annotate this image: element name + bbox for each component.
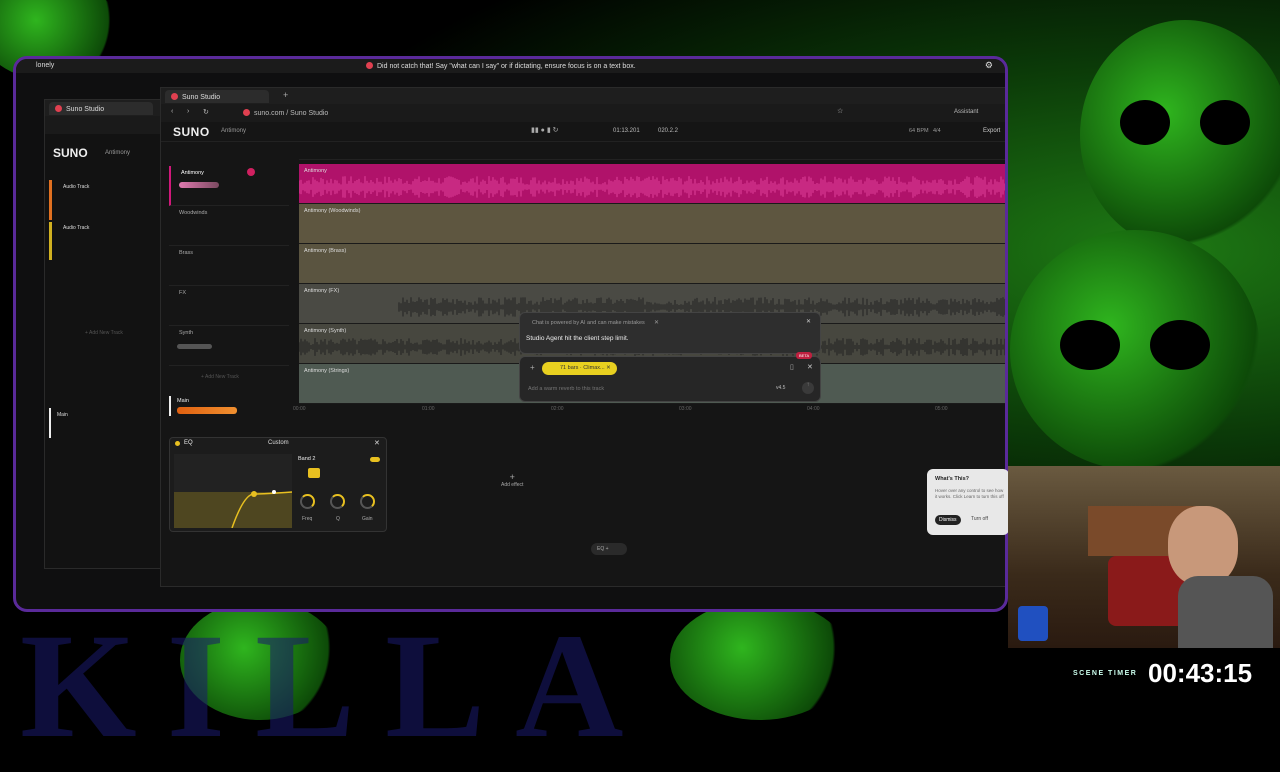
- background-text: KILLA: [20, 603, 654, 769]
- effect-chip[interactable]: EQ +: [591, 543, 627, 555]
- preset-select[interactable]: Custom: [268, 440, 289, 446]
- assistant-button[interactable]: Assistant: [954, 109, 978, 115]
- time-readout: 01:13.201: [613, 128, 640, 134]
- skull-art: [1080, 20, 1280, 250]
- panel-icon[interactable]: ▯: [790, 363, 794, 371]
- skull-art: [670, 600, 850, 720]
- timeline-footer: 00:00 01:00 02:00 03:00 04:00 05:00: [293, 406, 948, 412]
- q-knob[interactable]: [330, 494, 345, 509]
- turn-off-button[interactable]: Turn off: [971, 516, 988, 522]
- project-name[interactable]: Antimony: [105, 150, 130, 156]
- export-button[interactable]: Export: [983, 128, 1000, 134]
- new-tab-button[interactable]: +: [283, 90, 288, 100]
- freq-knob[interactable]: [300, 494, 315, 509]
- eq-effect-panel: EQ Custom ✕ Band 2 Freq Q Gain: [169, 437, 387, 532]
- popup-body: Hover over any control to see how it wor…: [935, 488, 1004, 499]
- knob-label: Freq: [302, 516, 313, 522]
- track-lane[interactable]: Antimony (Woodwinds): [299, 204, 1005, 244]
- context-chip[interactable]: 71 bars · Climax... ✕: [542, 362, 617, 375]
- knob-label: Q: [336, 516, 340, 522]
- dictation-message: Did not catch that! Say "what can I say"…: [366, 62, 636, 70]
- star-icon[interactable]: ☆: [837, 107, 843, 115]
- timer-label: SCENE TIMER: [1073, 670, 1138, 677]
- assistant-chat: Chat is powered by AI and can make mista…: [519, 312, 821, 404]
- meter-readout[interactable]: 4/4: [933, 128, 941, 134]
- track-header[interactable]: Synth: [169, 326, 289, 366]
- skull-art: [1010, 230, 1260, 470]
- chat-input[interactable]: [528, 383, 758, 395]
- webcam-feed: [1008, 466, 1280, 648]
- person-body: [1178, 576, 1273, 648]
- project-dropdown[interactable]: Antimony: [221, 128, 246, 134]
- gain-knob[interactable]: [360, 494, 375, 509]
- back-icon[interactable]: ‹: [171, 108, 173, 115]
- track-name[interactable]: Audio Track: [63, 184, 89, 190]
- screen-capture: lonely Did not catch that! Say "what can…: [13, 56, 1008, 612]
- browser-tab[interactable]: Suno Studio: [49, 102, 153, 115]
- person: [1168, 506, 1238, 586]
- whats-this-popup: What's This? Hover over any control to s…: [927, 469, 1009, 535]
- chat-message: Chat is powered by AI and can make mista…: [519, 312, 821, 354]
- track-header[interactable]: Brass: [169, 246, 289, 286]
- add-track-button[interactable]: + Add New Track: [201, 374, 239, 380]
- transport-controls[interactable]: ▮▮ ● ▮ ↻: [531, 126, 558, 134]
- track-header[interactable]: FX: [169, 286, 289, 326]
- send-button[interactable]: ↑: [802, 382, 814, 394]
- track-name[interactable]: Audio Track: [63, 225, 89, 231]
- close-composer-icon[interactable]: ✕: [807, 363, 813, 371]
- cup: [1018, 606, 1048, 641]
- chat-composer: BETA + 71 bars · Climax... ✕ ▯ ✕ v4.5 ↑: [519, 352, 821, 402]
- main-bus-label: Main: [57, 412, 68, 418]
- knob-label: Gain: [362, 516, 373, 522]
- track-header[interactable]: Woodwinds: [169, 206, 289, 246]
- effect-title: EQ: [184, 440, 193, 446]
- popup-title: What's This?: [935, 476, 970, 482]
- app-header: SUNO Antimony ▮▮ ● ▮ ↻ 01:13.201 020.2.2…: [161, 122, 1005, 142]
- suno-logo: SUNO: [173, 125, 210, 139]
- track-header[interactable]: Antimony: [169, 166, 289, 206]
- bars-readout: 020.2.2: [658, 128, 679, 134]
- forward-icon[interactable]: ›: [187, 108, 189, 115]
- dictation-bar: lonely Did not catch that! Say "what can…: [16, 59, 1005, 73]
- add-track-button[interactable]: + Add New Track: [85, 330, 123, 336]
- timeline-ruler[interactable]: [299, 148, 1005, 160]
- add-context-button[interactable]: +: [530, 363, 535, 372]
- alert-icon: [366, 62, 373, 69]
- address-bar: ‹ › ↻ suno.com / Suno Studio ☆ Assistant: [161, 104, 1005, 122]
- timer-value: 00:43:15: [1148, 658, 1253, 688]
- add-effect-button[interactable]: + Add effect: [501, 472, 523, 488]
- tab-strip: Suno Studio +: [161, 88, 1005, 104]
- bpm-readout[interactable]: 64 BPM: [909, 128, 929, 134]
- suno-logo: SUNO: [53, 146, 88, 160]
- track-lane[interactable]: Antimony (Brass): [299, 244, 1005, 284]
- main-bus: Main: [169, 396, 289, 416]
- user-label: lonely: [36, 62, 55, 69]
- scene-timer: SCENE TIMER 00:43:15: [1062, 652, 1280, 696]
- eq-curve-graph[interactable]: [174, 454, 292, 528]
- model-select[interactable]: v4.5: [776, 385, 785, 391]
- browser-window[interactable]: Suno Studio + ‹ › ↻ suno.com / Suno Stud…: [160, 87, 1005, 587]
- close-chat-icon[interactable]: ✕: [806, 318, 811, 325]
- track-headers: Antimony Woodwinds Brass FX Synth + Add …: [161, 166, 297, 416]
- gear-icon[interactable]: ⚙: [985, 60, 993, 71]
- band-toggle[interactable]: [370, 457, 380, 462]
- url-field[interactable]: suno.com / Suno Studio: [243, 109, 328, 117]
- track-lane[interactable]: Antimony: [299, 164, 1005, 204]
- record-arm-button[interactable]: [247, 168, 255, 176]
- background-window[interactable]: Suno Studio SUNO Antimony Audio Track Au…: [44, 99, 164, 569]
- close-disclaimer-icon[interactable]: ✕: [654, 319, 659, 326]
- beta-badge: BETA: [796, 352, 813, 359]
- dismiss-button[interactable]: Dismiss: [935, 515, 961, 525]
- reload-icon[interactable]: ↻: [203, 108, 209, 116]
- browser-tab[interactable]: Suno Studio: [165, 90, 269, 103]
- band-label: Band 2: [298, 456, 316, 462]
- close-icon[interactable]: ✕: [374, 439, 380, 447]
- filter-type-button[interactable]: [308, 468, 320, 478]
